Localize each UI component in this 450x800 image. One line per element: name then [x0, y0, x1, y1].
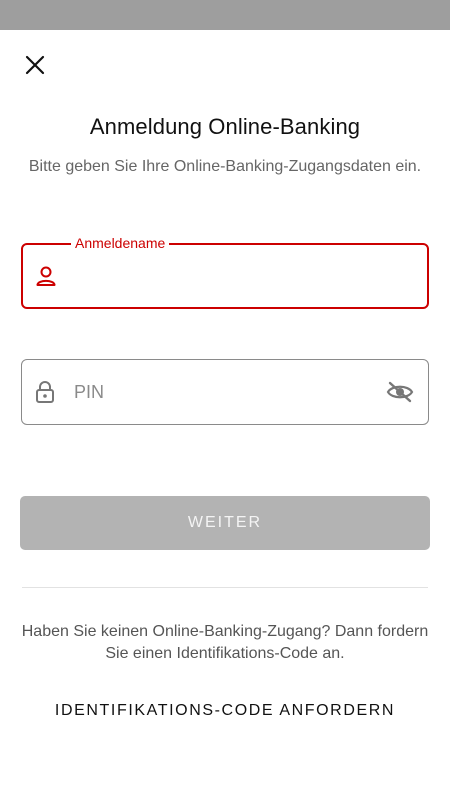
username-input[interactable] — [75, 245, 375, 307]
pin-input[interactable] — [74, 360, 376, 424]
username-field[interactable]: Anmeldename — [21, 233, 429, 309]
request-code-button[interactable]: IDENTIFIKATIONS-CODE ANFORDERN — [0, 702, 450, 720]
divider — [22, 587, 428, 588]
page-subtitle: Bitte geben Sie Ihre Online-Banking-Zuga… — [28, 158, 422, 175]
toggle-pin-visibility-button[interactable] — [386, 378, 414, 406]
status-bar — [0, 0, 450, 30]
lock-icon — [34, 380, 56, 404]
no-access-info: Haben Sie keinen Online-Banking-Zugang? … — [21, 623, 429, 662]
user-icon — [35, 264, 57, 288]
close-icon — [25, 55, 45, 75]
pin-field[interactable] — [21, 359, 429, 425]
eye-off-icon — [386, 381, 414, 403]
weiter-button[interactable]: WEITER — [20, 496, 430, 550]
close-button[interactable] — [20, 50, 50, 80]
page-title: Anmeldung Online-Banking — [89, 114, 361, 139]
